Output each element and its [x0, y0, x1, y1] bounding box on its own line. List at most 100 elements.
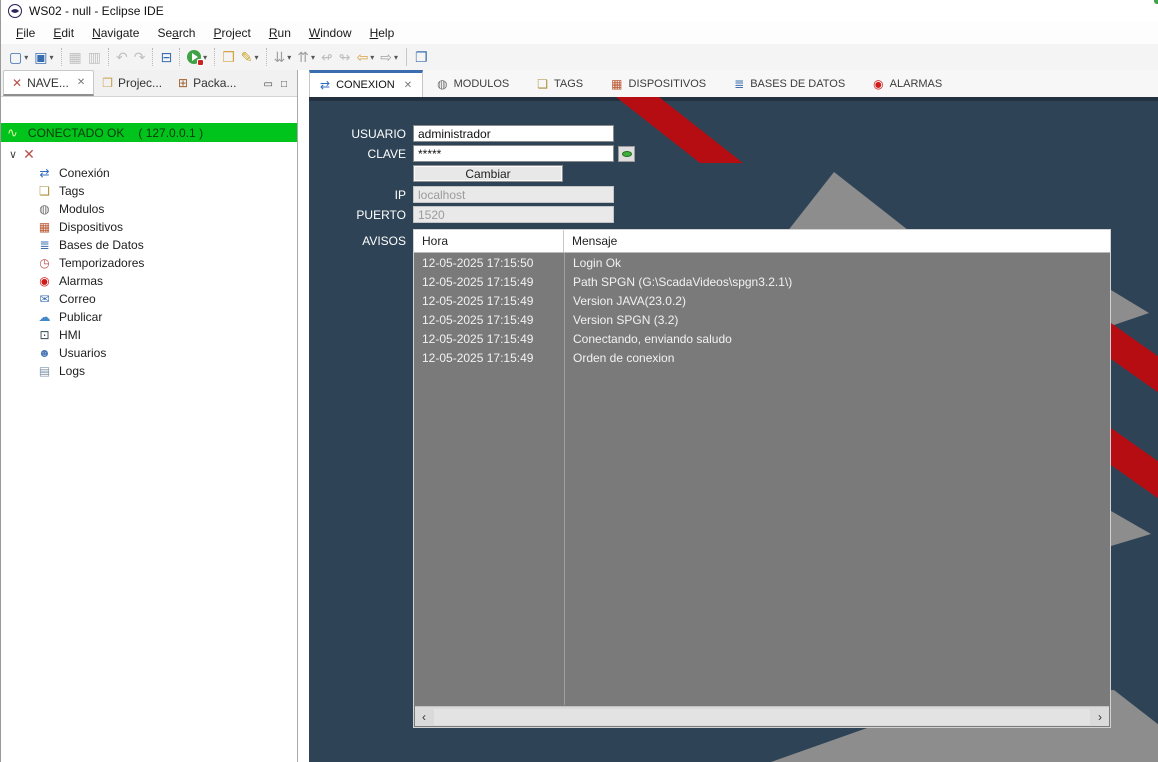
tab-project-explorer[interactable]: ❒ Projec... — [94, 70, 170, 96]
column-header-hora[interactable]: Hora — [414, 230, 564, 252]
back-history-button[interactable]: ↫ — [319, 46, 335, 68]
chevron-down-icon[interactable]: ▾ — [49, 53, 53, 62]
clave-input[interactable] — [413, 145, 614, 162]
forward-history-button[interactable]: ↬ — [337, 46, 353, 68]
save-button[interactable]: ▦ — [67, 46, 84, 68]
open-folder-icon: ❒ — [222, 50, 235, 64]
tree-item-hmi[interactable]: ⊡ HMI — [1, 326, 297, 344]
last-edit-location-button[interactable]: ❐ — [413, 46, 430, 68]
next-annotation-button[interactable]: ⇊▾ — [272, 46, 294, 68]
avisos-row[interactable]: 12-05-2025 17:15:49Conectando, enviando … — [414, 329, 1110, 348]
menu-navigate[interactable]: Navigate — [83, 24, 148, 42]
cell-mensaje: Version JAVA(23.0.2) — [564, 294, 1110, 308]
tree-item-label: Modulos — [59, 202, 104, 216]
tree-item-modulos[interactable]: ◍ Modulos — [1, 200, 297, 218]
redo-button[interactable]: ↷ — [132, 46, 148, 68]
avisos-row[interactable]: 12-05-2025 17:15:49Version JAVA(23.0.2) — [414, 291, 1110, 310]
run-button[interactable]: ▾ — [185, 46, 209, 68]
tree-item-logs[interactable]: ▤Logs — [1, 362, 297, 380]
tree-root[interactable]: ∨ ✕ — [1, 144, 297, 164]
monitor-icon: ⊡ — [37, 328, 52, 342]
new-wizard-button[interactable]: ▣▾ — [32, 46, 55, 68]
tree-item-conexion[interactable]: ⇄Conexión — [1, 164, 297, 182]
tree-item-temporizadores[interactable]: ◷Temporizadores — [1, 254, 297, 272]
tab-tags[interactable]: ❏TAGS — [523, 70, 597, 97]
tab-bases-de-datos[interactable]: ≣BASES DE DATOS — [720, 70, 859, 97]
tab-package-explorer[interactable]: ⊞ Packa... — [170, 70, 244, 96]
tree-item-label: Publicar — [59, 310, 102, 324]
horizontal-scrollbar[interactable]: ‹ › — [415, 706, 1109, 726]
format-brush-button[interactable]: ✎▾ — [239, 46, 261, 68]
avisos-row[interactable]: 12-05-2025 17:15:49Orden de conexion — [414, 348, 1110, 367]
close-icon[interactable]: ✕ — [77, 77, 85, 88]
scrollbar-track[interactable] — [434, 709, 1090, 725]
menu-run[interactable]: Run — [260, 24, 300, 42]
close-icon[interactable]: ✕ — [404, 80, 412, 91]
tree-item-usuarios[interactable]: ☻Usuarios — [1, 344, 297, 362]
menu-project[interactable]: Project — [204, 24, 259, 42]
clave-label: CLAVE — [309, 146, 406, 162]
chevron-down-icon[interactable]: ▾ — [394, 53, 398, 62]
cell-hora: 12-05-2025 17:15:50 — [414, 256, 564, 270]
avisos-row[interactable]: 12-05-2025 17:15:49Path SPGN (G:\ScadaVi… — [414, 272, 1110, 291]
chevron-down-icon[interactable]: ∨ — [9, 148, 17, 161]
menu-window[interactable]: Window — [300, 24, 361, 42]
tab-conexion[interactable]: ⇄ CONEXION ✕ — [309, 70, 423, 97]
puerto-input[interactable] — [413, 206, 614, 223]
menu-help[interactable]: Help — [361, 24, 404, 42]
chevron-down-icon[interactable]: ▾ — [254, 53, 258, 62]
column-header-mensaje[interactable]: Mensaje — [564, 230, 1110, 252]
error-badge-icon — [197, 59, 204, 66]
forward-button[interactable]: ⇨▾ — [378, 46, 400, 68]
cell-mensaje: Version SPGN (3.2) — [564, 313, 1110, 327]
tab-label: MODULOS — [454, 78, 510, 90]
console-button[interactable]: ⊟ — [158, 46, 174, 68]
usuario-input[interactable] — [413, 125, 614, 142]
tab-dispositivos[interactable]: ▦DISPOSITIVOS — [597, 70, 720, 97]
menu-search[interactable]: Search — [148, 24, 204, 42]
tab-label: TAGS — [554, 78, 583, 90]
tab-modulos[interactable]: ◍MODULOS — [423, 70, 523, 97]
scroll-right-icon[interactable]: › — [1091, 710, 1109, 724]
tree-item-dispositivos[interactable]: ▦Dispositivos — [1, 218, 297, 236]
menu-file[interactable]: File — [7, 24, 44, 42]
cell-hora: 12-05-2025 17:15:49 — [414, 332, 564, 346]
modules-icon: ◍ — [37, 202, 52, 216]
toolbar-separator — [406, 48, 407, 66]
avisos-row[interactable]: 12-05-2025 17:15:49Version SPGN (3.2) — [414, 310, 1110, 329]
new-button[interactable]: ▢▾ — [7, 46, 30, 68]
tree-item-correo[interactable]: ✉Correo — [1, 290, 297, 308]
tree-item-publicar[interactable]: ☁Publicar — [1, 308, 297, 326]
show-password-button[interactable] — [618, 146, 635, 162]
scroll-left-icon[interactable]: ‹ — [415, 710, 433, 724]
undo-button[interactable]: ↶ — [114, 46, 130, 68]
chevron-down-icon[interactable]: ▾ — [287, 53, 291, 62]
avisos-row[interactable]: 12-05-2025 17:15:50Login Ok — [414, 253, 1110, 272]
back-history-icon: ↫ — [321, 50, 333, 64]
chevron-down-icon[interactable]: ▾ — [24, 53, 28, 62]
cambiar-button[interactable]: Cambiar — [413, 165, 563, 182]
toolbar-separator — [179, 48, 180, 66]
maximize-icon[interactable]: □ — [281, 79, 287, 90]
chevron-down-icon[interactable]: ▾ — [370, 53, 374, 62]
save-all-button[interactable]: ▥ — [86, 46, 103, 68]
tree-item-bases-de-datos[interactable]: ≣Bases de Datos — [1, 236, 297, 254]
tab-alarmas[interactable]: ◉ALARMAS — [859, 70, 956, 97]
chevron-down-icon[interactable]: ▾ — [311, 53, 315, 62]
previous-annotation-button[interactable]: ⇈▾ — [295, 46, 317, 68]
minimize-icon[interactable]: ▭ — [264, 79, 273, 90]
back-button[interactable]: ⇦▾ — [354, 46, 376, 68]
menu-edit[interactable]: Edit — [44, 24, 83, 42]
tree-item-label: HMI — [59, 328, 81, 342]
open-folder-button[interactable]: ❒ — [220, 46, 237, 68]
connection-status-text: CONECTADO OK — [28, 126, 124, 140]
tags-icon: ❏ — [37, 184, 52, 198]
redo-icon: ↷ — [134, 50, 146, 64]
last-edit-location-icon: ❐ — [415, 50, 428, 64]
panel-sash[interactable] — [298, 70, 309, 762]
ip-input[interactable] — [413, 186, 614, 203]
tree-item-tags[interactable]: ❏Tags — [1, 182, 297, 200]
root-x-icon: ✕ — [23, 146, 35, 163]
tree-item-alarmas[interactable]: ◉Alarmas — [1, 272, 297, 290]
tab-navegador[interactable]: ✕ NAVE... ✕ — [3, 70, 94, 96]
